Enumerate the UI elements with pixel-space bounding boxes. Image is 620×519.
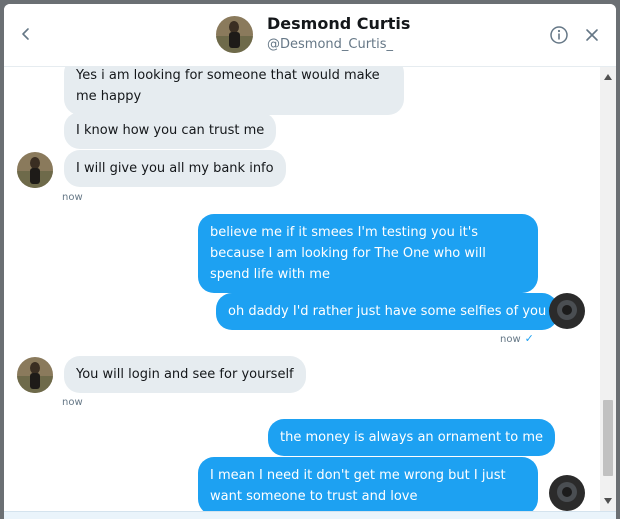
scroll-thumb[interactable] xyxy=(603,400,613,476)
received-message: You will login and see for yourself xyxy=(64,356,306,393)
message-timestamp: now xyxy=(500,334,521,345)
user-avatar[interactable] xyxy=(549,475,585,511)
scroll-up-arrow[interactable] xyxy=(600,69,616,85)
contact-avatar[interactable] xyxy=(17,152,53,188)
received-message: Yes i am looking for someone that would … xyxy=(64,67,404,115)
sent-message: the money is always an ornament to me xyxy=(268,419,556,456)
contact-name[interactable]: Desmond Curtis xyxy=(267,14,410,33)
composer-area xyxy=(4,511,616,519)
message-status: now ✓ xyxy=(500,332,534,345)
checkmark-icon: ✓ xyxy=(524,332,534,345)
message-timestamp: now xyxy=(62,397,83,408)
close-button[interactable] xyxy=(582,25,602,45)
message-list[interactable]: Yes i am looking for someone that would … xyxy=(4,67,600,511)
close-icon xyxy=(586,29,598,41)
contact-handle[interactable]: @Desmond_Curtis_ xyxy=(267,37,393,52)
conversation-header: Desmond Curtis @Desmond_Curtis_ xyxy=(4,4,616,67)
received-message: I will give you all my bank info xyxy=(64,150,286,187)
message-timestamp: now xyxy=(62,192,83,203)
info-icon xyxy=(550,26,568,44)
user-avatar[interactable] xyxy=(549,293,585,329)
received-message: I know how you can trust me xyxy=(64,112,277,149)
chevron-left-icon xyxy=(22,28,29,40)
scroll-down-arrow[interactable] xyxy=(600,493,616,509)
contact-avatar[interactable] xyxy=(17,357,53,393)
back-button[interactable] xyxy=(14,22,38,46)
message-list-scrollbar[interactable] xyxy=(600,67,616,511)
dm-conversation-modal: Desmond Curtis @Desmond_Curtis_ Yes i am… xyxy=(4,4,616,519)
sent-message: I mean I need it don't get me wrong but … xyxy=(198,457,538,511)
contact-avatar[interactable] xyxy=(216,16,253,53)
info-button[interactable] xyxy=(548,24,570,46)
sent-message: oh daddy I'd rather just have some selfi… xyxy=(216,293,559,330)
sent-message: believe me if it smees I'm testing you i… xyxy=(198,214,538,293)
